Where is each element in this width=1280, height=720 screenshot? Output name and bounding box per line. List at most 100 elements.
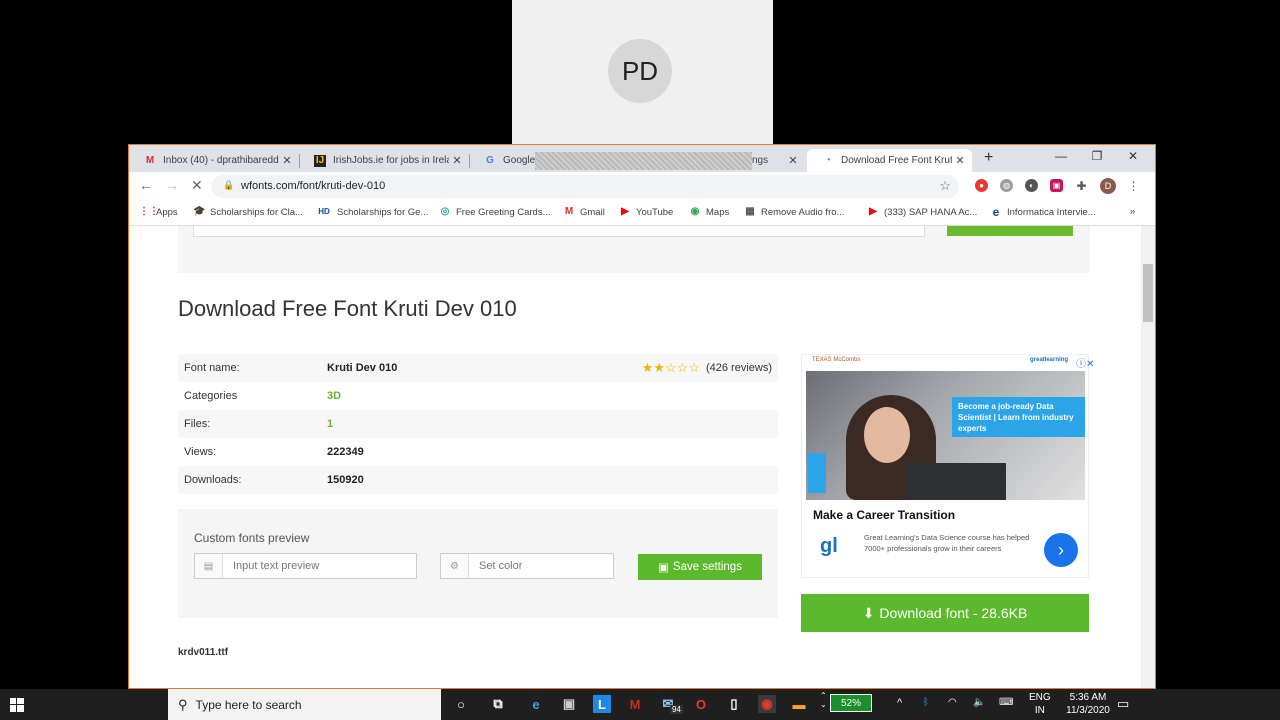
close-icon[interactable]: ✕: [785, 154, 801, 167]
mcafee-icon[interactable]: M: [626, 695, 644, 713]
more-bookmarks-icon[interactable]: »: [1130, 206, 1135, 217]
e-icon: e: [992, 205, 1000, 219]
tab-google[interactable]: G Google ngs ✕: [469, 149, 805, 172]
puzzle-icon[interactable]: ✚: [1075, 179, 1088, 193]
extension-icon[interactable]: ◐: [1025, 179, 1038, 192]
button-label: Download font - 28.6KB: [879, 605, 1028, 621]
address-bar[interactable]: 🔒 wfonts.com/font/kruti-dev-010 ☆: [211, 175, 959, 198]
ad-text: Great Learning's Data Science course has…: [864, 533, 1030, 553]
chevron-right-icon[interactable]: ›: [1044, 533, 1078, 567]
category-link[interactable]: 3D: [327, 390, 341, 402]
bookmark-scholarships-1[interactable]: 🎓 Scholarships for Cla...: [193, 206, 303, 218]
star-bookmark-icon[interactable]: ☆: [939, 178, 951, 194]
bookmark-label: Informatica Intervie...: [1007, 206, 1096, 218]
bookmark-remove-audio[interactable]: ▦ Remove Audio fro...: [744, 206, 844, 218]
youtube-icon: ▶: [869, 206, 877, 217]
download-font-button[interactable]: ⬇ Download font - 28.6KB: [801, 594, 1089, 632]
info-row-categories: Categories 3D: [178, 382, 778, 410]
close-icon[interactable]: ✕: [279, 154, 295, 167]
color-input[interactable]: ⚙ Set color: [440, 553, 614, 579]
task-view-icon[interactable]: ⧉: [489, 695, 507, 713]
preview-text-input[interactable]: ▤ Input text preview: [194, 553, 417, 579]
web-page: Download Free Font Kruti Dev 010 Font na…: [129, 226, 1141, 688]
url-text[interactable]: wfonts.com/font/kruti-dev-010: [241, 180, 385, 192]
tab-wfonts[interactable]: ◔ Download Free Font Kruti D ✕: [807, 149, 972, 172]
language-indicator[interactable]: ENG IN: [1029, 691, 1051, 717]
store-icon[interactable]: ▣: [560, 695, 578, 713]
close-icon[interactable]: ✕: [952, 154, 968, 167]
bookmark-greeting[interactable]: ◎ Free Greeting Cards...: [439, 206, 551, 218]
battery-indicator[interactable]: 52%: [830, 694, 872, 712]
ad-bubble-text: Become a job-ready Data Scientist | Lear…: [952, 397, 1085, 437]
star-empty-icon[interactable]: ☆: [665, 360, 677, 375]
rating-stars[interactable]: ★★☆☆☆: [642, 361, 700, 375]
bookmark-youtube[interactable]: ▶ YouTube: [619, 206, 673, 218]
menu-icon[interactable]: ⋮: [1127, 179, 1140, 193]
ad-laptop: [906, 463, 1006, 500]
irishjobs-icon: IJ: [314, 154, 326, 167]
bookmark-scholarships-2[interactable]: HD Scholarships for Ge...: [316, 206, 428, 218]
bluetooth-icon[interactable]: ᛒ: [923, 697, 929, 708]
shield-icon[interactable]: ▣: [1050, 179, 1063, 192]
scroll-arrows-icon[interactable]: ⌃ ⌄: [820, 691, 827, 709]
bookmark-maps[interactable]: ◉ Maps: [689, 206, 730, 218]
folder-icon[interactable]: ▬: [790, 695, 808, 713]
notification-icon[interactable]: ▭: [1117, 696, 1129, 712]
search-input[interactable]: [193, 226, 925, 237]
restore-button[interactable]: ❐: [1085, 149, 1109, 163]
extension-icon[interactable]: ●: [975, 179, 988, 192]
save-settings-button[interactable]: ▣ Save settings: [638, 554, 762, 580]
l-app-icon[interactable]: L: [593, 695, 611, 713]
wifi-icon[interactable]: ◠: [948, 697, 957, 708]
placeholder: Set color: [479, 560, 523, 572]
clock[interactable]: 5:36 AM 11/3/2020: [1060, 691, 1116, 717]
search-band: [178, 226, 1090, 273]
ad-brand-right: greatlearning: [1030, 357, 1069, 363]
bookmark-label: Remove Audio fro...: [761, 206, 845, 218]
forward-icon[interactable]: →: [165, 177, 179, 193]
bookmark-label: (333) SAP HANA Ac...: [884, 206, 978, 218]
bookmark-apps[interactable]: ⋮⋮ Apps: [139, 206, 178, 218]
cortana-icon[interactable]: ○: [452, 695, 470, 713]
volume-icon[interactable]: 🔈: [973, 697, 985, 708]
close-icon[interactable]: ✕: [449, 154, 465, 167]
stop-icon[interactable]: ✕: [191, 177, 203, 194]
file-icon[interactable]: ▯: [725, 695, 743, 713]
apps-grid-icon: ⋮⋮: [139, 206, 159, 217]
advertisement[interactable]: TEXAS McCombs greatlearning ⓘ✕ Become a …: [801, 354, 1094, 578]
edge-icon[interactable]: e: [527, 695, 545, 713]
taskbar-search-box[interactable]: ⚲ Type here to search: [168, 689, 441, 720]
save-icon: ▣: [658, 562, 669, 574]
close-window-button[interactable]: ✕: [1121, 149, 1145, 163]
new-tab-button[interactable]: +: [984, 149, 993, 167]
files-link[interactable]: 1: [327, 418, 333, 430]
tab-strip: M Inbox (40) - dprathibaredd ✕ IJ IrishJ…: [129, 145, 1155, 172]
windows-start-button[interactable]: [0, 689, 34, 720]
profile-avatar[interactable]: D: [1100, 178, 1116, 194]
scrollbar-thumb[interactable]: [1143, 264, 1153, 322]
page-scrollbar[interactable]: [1141, 226, 1155, 688]
tab-gmail[interactable]: M Inbox (40) - dprathibaredd ✕: [129, 149, 299, 172]
back-icon[interactable]: ←: [139, 177, 153, 193]
star-empty-icon[interactable]: ☆: [677, 360, 689, 375]
star-filled-icon[interactable]: ★: [653, 360, 665, 375]
extension-icon[interactable]: ◍: [1000, 179, 1013, 192]
chevron-up-icon[interactable]: ^: [897, 697, 902, 709]
ad-close-icon[interactable]: ⓘ✕: [1076, 355, 1094, 370]
info-row-views: Views: 222349: [178, 438, 778, 466]
star-empty-icon[interactable]: ☆: [688, 360, 700, 375]
tab-irishjobs[interactable]: IJ IrishJobs.ie for jobs in Irela ✕: [299, 149, 469, 172]
search-button[interactable]: [947, 226, 1073, 236]
bookmark-informatica[interactable]: e Informatica Intervie...: [990, 206, 1096, 218]
chrome-icon[interactable]: ◉: [758, 695, 776, 713]
keyboard-icon[interactable]: ⌨: [999, 697, 1013, 708]
download-icon: ⬇: [862, 604, 875, 621]
bookmark-sap-hana[interactable]: ▶ (333) SAP HANA Ac...: [867, 206, 977, 218]
bookmark-label: Gmail: [580, 206, 605, 218]
opera-icon[interactable]: O: [692, 695, 710, 713]
bookmark-gmail[interactable]: M Gmail: [563, 206, 605, 218]
info-row-font-name: Font name: Kruti Dev 010 ★★☆☆☆ (426 revi…: [178, 354, 778, 382]
minimize-button[interactable]: —: [1049, 149, 1073, 163]
star-filled-icon[interactable]: ★: [642, 360, 654, 375]
browser-toolbar: ← → ✕ 🔒 wfonts.com/font/kruti-dev-010 ☆ …: [129, 172, 1155, 202]
